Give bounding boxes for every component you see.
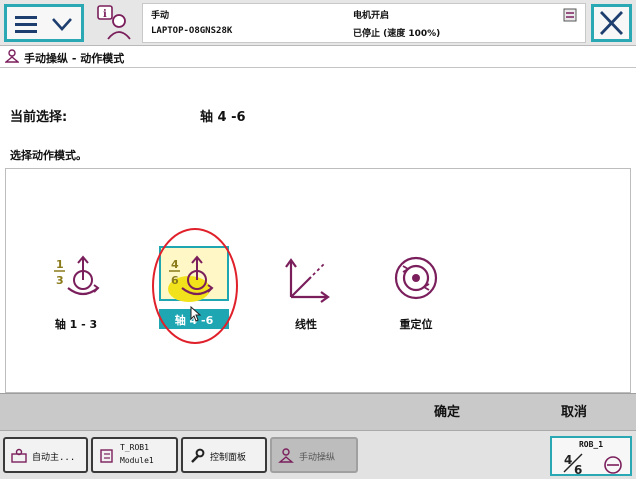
chevron-down-icon — [52, 18, 72, 31]
current-selection-label: 当前选择: — [10, 110, 68, 125]
mode-label: 轴 1 - 3 — [54, 318, 98, 331]
command-bar: 确定 取消 — [0, 393, 636, 430]
axis-1-3-icon: 1 3 — [54, 255, 100, 296]
operating-mode-text: 手动 — [151, 11, 170, 21]
top-bar: i 手动 LAPTOP-O8GNS28K 电机开启 已停止 (速度 100%) — [0, 0, 636, 46]
mode-linear[interactable]: 线性 — [266, 254, 346, 334]
abb-menu-button[interactable] — [4, 4, 84, 42]
quickset-axis-icon: 4 6 — [563, 453, 622, 476]
svg-text:1: 1 — [56, 258, 64, 271]
operator-window-icon[interactable]: i — [92, 3, 136, 43]
program-editor-icon — [100, 449, 113, 463]
close-icon — [599, 11, 624, 35]
svg-text:i: i — [103, 9, 107, 20]
close-button[interactable] — [591, 4, 632, 42]
window-title-bar: 手动操纵 - 动作模式 — [0, 46, 636, 68]
mode-label: 重定位 — [399, 318, 433, 331]
task-label: 控制面板 — [210, 453, 247, 463]
task-label: T_ROB1 — [120, 443, 149, 452]
task-label: 手动操纵 — [299, 453, 336, 463]
auto-production-icon — [11, 448, 27, 463]
task-jogging[interactable]: 手动操纵 — [270, 437, 358, 473]
reorient-icon — [394, 256, 438, 300]
task-sublabel: Module1 — [120, 456, 154, 465]
mode-label: 线性 — [295, 318, 317, 331]
task-control-panel[interactable]: 控制面板 — [181, 437, 267, 473]
task-label: 自动主... — [32, 453, 76, 463]
system-name-text: LAPTOP-O8GNS28K — [151, 26, 233, 36]
quickset-button[interactable]: ROB_1 4 6 — [550, 436, 632, 476]
quickset-robot-label: ROB_1 — [578, 440, 604, 449]
task-auto-production[interactable]: 自动主... — [3, 437, 88, 473]
hamburger-icon — [15, 16, 37, 33]
motor-state-text: 电机开启 — [353, 11, 390, 21]
task-program-editor[interactable]: T_ROB1 Module1 — [91, 437, 178, 473]
current-selection-value: 轴 4 -6 — [200, 110, 246, 125]
linear-icon — [285, 258, 330, 303]
wrench-icon — [191, 448, 205, 463]
instruction-text: 选择动作模式。 — [10, 149, 87, 162]
mode-axis-1-3[interactable]: 1 3 轴 1 - 3 — [36, 254, 116, 334]
annotation-circle — [152, 228, 238, 344]
svg-text:3: 3 — [56, 274, 64, 287]
ok-button[interactable]: 确定 — [382, 394, 512, 431]
status-bar[interactable]: 手动 LAPTOP-O8GNS28K 电机开启 已停止 (速度 100%) — [142, 3, 586, 43]
page-title: 手动操纵 - 动作模式 — [24, 52, 125, 65]
svg-text:6: 6 — [574, 463, 582, 476]
jogging-icon — [5, 49, 19, 63]
jogging-icon — [278, 448, 294, 463]
mode-reorient[interactable]: 重定位 — [376, 254, 456, 334]
event-log-icon — [563, 8, 577, 22]
cancel-button[interactable]: 取消 — [512, 394, 636, 431]
run-state-text: 已停止 (速度 100%) — [353, 29, 441, 39]
